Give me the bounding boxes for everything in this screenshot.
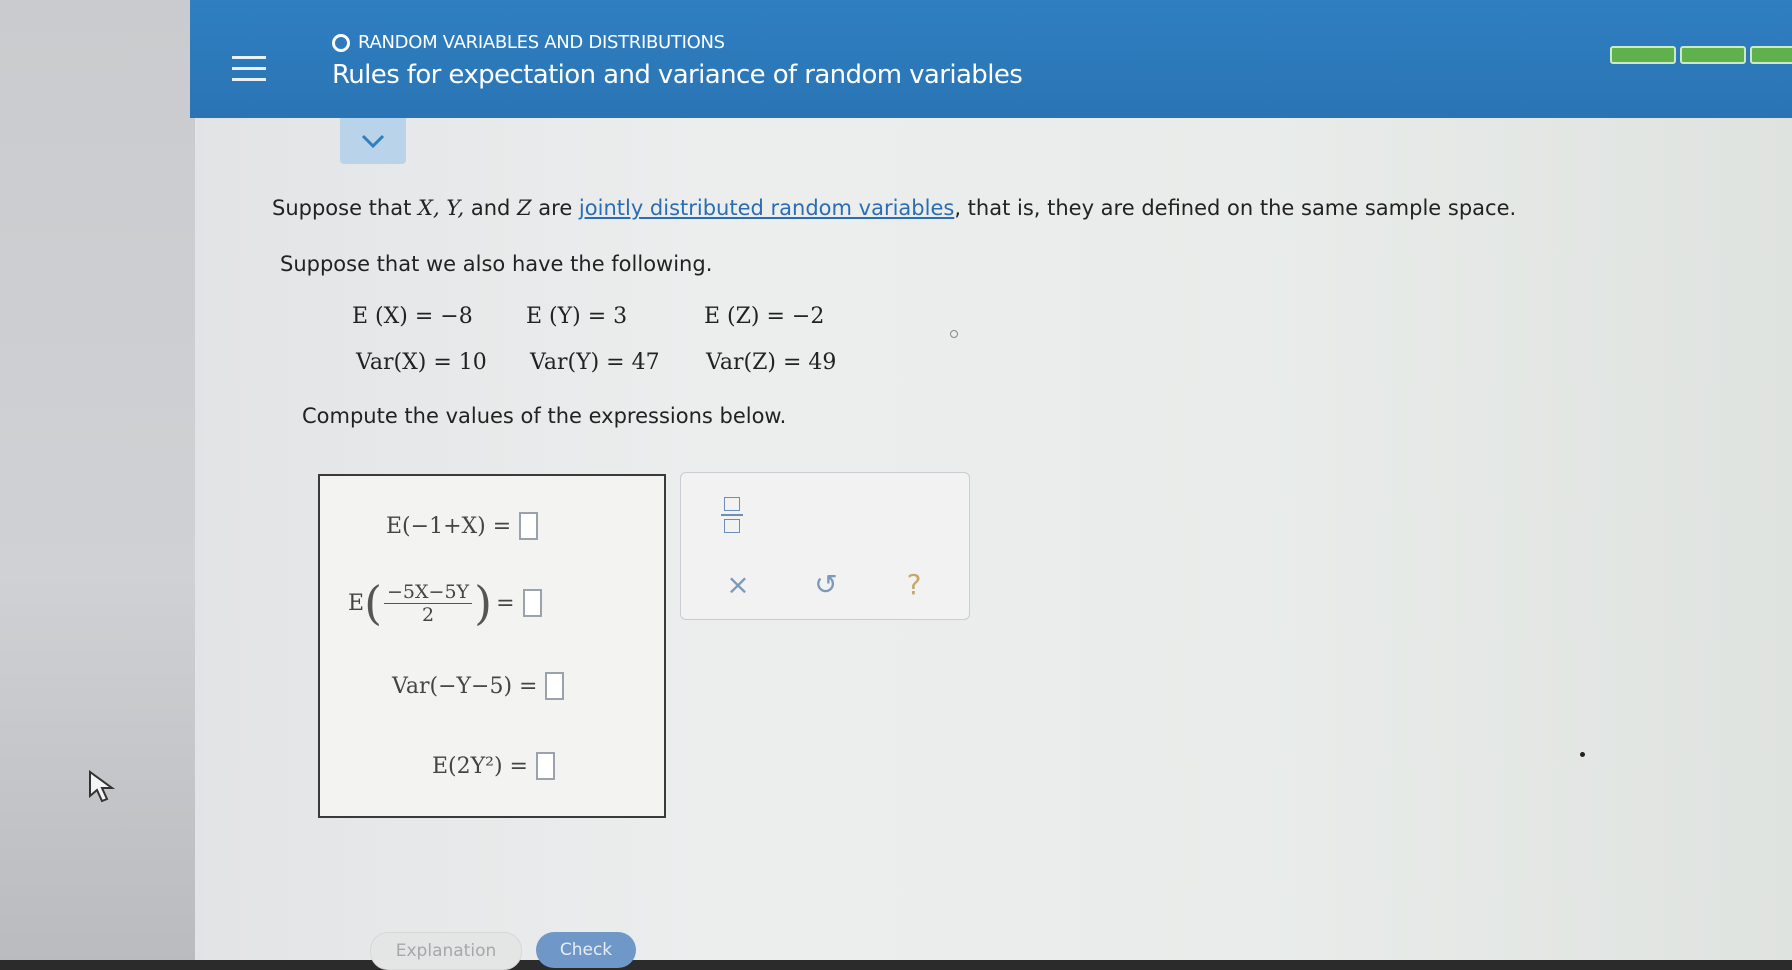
given-vary: Var(Y) = 47 [530,350,660,375]
math-toolbar: × ↺ ? [680,472,970,620]
expr-e2-equals: = [496,590,515,616]
expr-e2-prefix: E [348,590,365,616]
collapse-button[interactable] [340,118,406,164]
help-icon: ? [906,567,922,601]
left-rail [0,0,195,960]
chevron-down-icon [361,134,385,149]
screen-dot [1580,752,1585,757]
expr-e3: Var(−Y−5) = [392,672,565,700]
fraction-icon-bottom [724,519,740,533]
menu-icon-bar [232,67,266,70]
compute-text: Compute the values of the expressions be… [302,404,787,428]
check-button[interactable]: Check [536,932,636,968]
topic-label: RANDOM VARIABLES AND DISTRIBUTIONS [358,32,725,53]
fraction-tool-button[interactable] [721,495,743,535]
menu-button[interactable] [232,52,268,86]
topic-circle-icon [332,33,350,52]
page-title: Rules for expectation and variance of ra… [332,60,1023,90]
expr-e4: E(2Y²) = [432,752,555,780]
intro-part-a: Suppose that [272,196,419,220]
given-ez: E (Z) = −2 [704,304,825,329]
progress-segment [1610,46,1676,64]
close-icon: × [726,567,750,601]
header-bar [190,0,1792,118]
clear-button[interactable]: × [721,567,755,601]
intro-and: and [464,196,518,220]
fraction-icon [724,497,740,511]
progress-segment [1680,46,1746,64]
answer-input-e1[interactable] [519,512,539,540]
given-varx: Var(X) = 10 [356,350,487,375]
menu-icon [232,56,266,59]
topic-row: RANDOM VARIABLES AND DISTRIBUTIONS [332,32,725,53]
given-varz: Var(Z) = 49 [706,350,837,375]
fraction-numerator: −5X−5Y [384,581,473,604]
left-paren: ( [364,576,383,630]
expr-e1-label: E(−1+X) = [386,513,512,539]
answer-input-e2[interactable] [522,589,542,617]
fraction-denominator: 2 [422,603,435,626]
progress-segment [1750,46,1792,64]
given-ey: E (Y) = 3 [526,304,628,329]
fraction: −5X−5Y 2 [384,581,473,626]
undo-icon: ↺ [814,567,838,601]
intro-are: are [531,196,579,220]
intro-text: Suppose that X, Y, and Z are jointly dis… [272,196,1516,220]
expr-e3-label: Var(−Y−5) = [392,673,538,699]
intro-var-z: Z [517,196,532,220]
expr-e4-label: E(2Y²) = [432,753,528,779]
help-button[interactable]: ? [897,567,931,601]
menu-icon-bar [232,78,266,81]
answer-input-e4[interactable] [536,752,555,780]
expr-e1: E(−1+X) = [386,512,539,540]
mouse-cursor-icon [89,770,116,803]
intro-part-b: , that is, they are defined on the same … [954,196,1517,220]
answer-box: E(−1+X) = E ( −5X−5Y 2 ) = Var(−Y−5) = E… [318,474,666,818]
jointly-distributed-link[interactable]: jointly distributed random variables [579,196,954,220]
undo-button[interactable]: ↺ [809,567,843,601]
answer-input-e3[interactable] [545,672,565,700]
also-text: Suppose that we also have the following. [280,252,713,276]
intro-vars: X, Y, [418,196,465,220]
fraction-icon-line [721,514,743,516]
progress-bar [1610,46,1792,64]
right-paren: ) [474,576,493,630]
explanation-button[interactable]: Explanation [370,932,522,970]
given-ex: E (X) = −8 [352,304,473,329]
expr-e2: E ( −5X−5Y 2 ) = [348,580,542,626]
stray-mark [950,330,958,338]
